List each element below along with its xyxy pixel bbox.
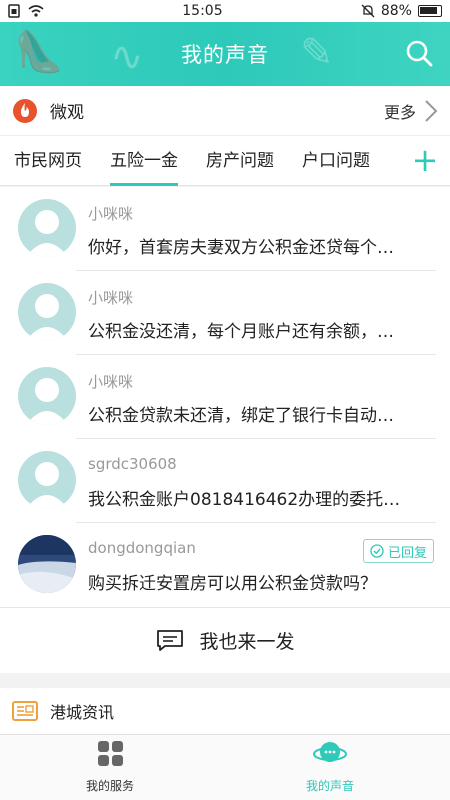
shoe-decoration-icon: 👠 [14, 29, 64, 75]
nav-my-services-label: 我的服务 [85, 779, 134, 793]
nav-my-voice-label: 我的声音 [305, 779, 354, 793]
list-item[interactable]: 小咪咪 公积金贷款未还清，绑定了银行卡自动… [0, 355, 450, 439]
post-new-button[interactable]: 我也来一发 [0, 607, 450, 673]
tab-citizen-web[interactable]: 市民网页 [0, 136, 96, 186]
status-icons-left [8, 4, 44, 18]
sim-icon [8, 4, 20, 18]
status-bar: 15:05 88% [0, 0, 450, 22]
bottom-nav: 我的服务 我的声音 [0, 734, 450, 800]
list-item[interactable]: 小咪咪 你好，首套房夫妻双方公积金还贷每个… [0, 187, 450, 271]
list-item[interactable]: dongdongqian 已回复 购买拆迁安置房可以用公积金贷款吗？ [0, 523, 450, 607]
mute-bell-icon [361, 4, 375, 18]
avatar [18, 451, 76, 509]
wifi-icon [28, 5, 44, 17]
battery-percent: 88% [380, 3, 412, 19]
post-new-label: 我也来一发 [199, 631, 295, 653]
avatar [18, 199, 76, 257]
weiguan-section-header: 微观 更多 [0, 86, 450, 136]
more-label: 更多 [383, 102, 416, 122]
post-author: 小咪咪 [88, 289, 134, 307]
post-author: dongdongqian [88, 539, 196, 557]
fire-icon [13, 98, 37, 123]
post-text: 你好，首套房夫妻双方公积金还贷每个… [88, 238, 394, 258]
status-icons-right: 88% [361, 3, 442, 19]
post-author: 小咪咪 [88, 205, 134, 223]
weiguan-title: 微观 [50, 103, 84, 123]
tab-insurance-fund[interactable]: 五险一金 [96, 136, 192, 186]
tab-household[interactable]: 户口问题 [288, 136, 384, 186]
list-item[interactable]: sgrdc30608 我公积金账户0818416462办理的委托… [0, 439, 450, 523]
wave-decoration-icon: ∿ [110, 34, 144, 80]
avatar [18, 283, 76, 341]
planet-chat-icon [313, 742, 347, 762]
more-link[interactable]: 更多 [384, 99, 438, 123]
chevron-right-icon [425, 99, 438, 122]
nav-my-voice[interactable]: 我的声音 [220, 735, 440, 800]
app-header: 👠 ∿ ✎ 我的声音 [0, 22, 450, 86]
avatar [18, 367, 76, 425]
nav-my-services[interactable]: 我的服务 [0, 735, 220, 800]
post-text: 公积金贷款未还清，绑定了银行卡自动… [88, 406, 394, 426]
post-text: 我公积金账户0818416462办理的委托… [88, 490, 401, 510]
post-author: 小咪咪 [88, 373, 134, 391]
battery-icon [417, 5, 442, 17]
post-author: sgrdc30608 [88, 455, 177, 473]
tag-decoration-icon: ✎ [300, 30, 334, 76]
category-tabs: 市民网页 五险一金 房产问题 户口问题 + [0, 136, 450, 186]
news-section-header[interactable]: 港城资讯 [0, 688, 450, 734]
list-item[interactable]: 小咪咪 公积金没还清，每个月账户还有余额，… [0, 271, 450, 355]
search-icon[interactable] [402, 36, 436, 70]
grid-icon [98, 741, 123, 766]
add-tab-icon[interactable]: + [408, 144, 442, 178]
post-list: 小咪咪 你好，首套房夫妻双方公积金还贷每个… 小咪咪 公积金没还清，每个月账户还… [0, 187, 450, 607]
newspaper-icon [12, 701, 38, 721]
replied-badge: 已回复 [362, 539, 434, 563]
avatar-photo [18, 535, 76, 593]
status-time: 15:05 [182, 3, 223, 19]
tab-property[interactable]: 房产问题 [192, 136, 288, 186]
post-text: 公积金没还清，每个月账户还有余额，… [88, 322, 394, 342]
news-title: 港城资讯 [50, 703, 115, 722]
check-circle-icon [370, 544, 384, 558]
message-icon [157, 629, 184, 651]
page-title: 我的声音 [181, 43, 269, 67]
replied-label: 已回复 [387, 545, 427, 561]
post-text: 购买拆迁安置房可以用公积金贷款吗？ [88, 574, 377, 594]
